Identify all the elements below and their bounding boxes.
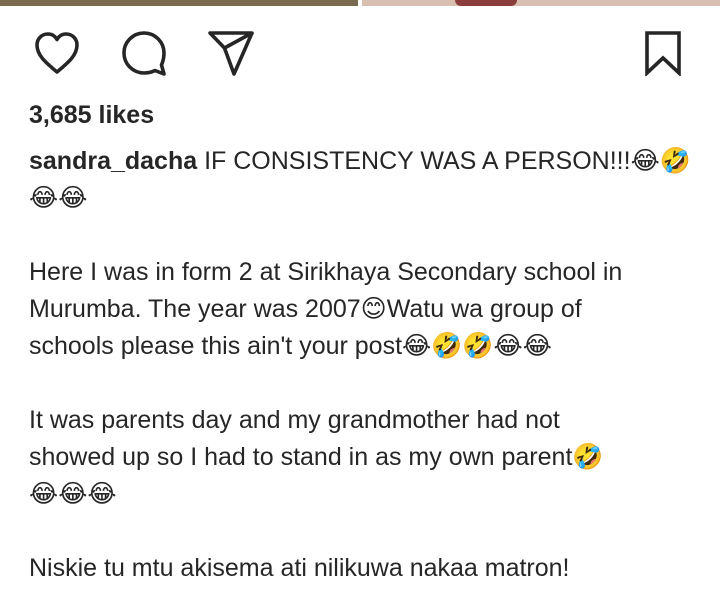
caption-line: Murumba. The year was 2007😊Watu wa group… [29, 295, 582, 323]
post-image-detail [455, 0, 517, 6]
post-image-left-edge [0, 0, 358, 6]
comment-bubble-icon [122, 31, 166, 76]
likes-count[interactable]: 3,685 likes [29, 101, 154, 130]
post-action-bar [0, 26, 720, 80]
caption-line: showed up so I had to stand in as my own… [29, 443, 604, 471]
save-button[interactable] [636, 26, 690, 80]
like-button[interactable] [30, 26, 84, 80]
paper-plane-icon [208, 31, 254, 76]
caption-line [29, 365, 705, 402]
caption-first-line: sandra_dacha IF CONSISTENCY WAS A PERSON… [29, 143, 705, 217]
caption-line: Niskie tu mtu akisema ati nilikuwa nakaa… [29, 554, 570, 582]
post-caption: sandra_dacha IF CONSISTENCY WAS A PERSON… [29, 143, 705, 587]
caption-line: schools please this ain't your post😂🤣🤣😂😂 [29, 332, 552, 360]
caption-line [29, 217, 705, 254]
heart-icon [35, 32, 79, 74]
share-button[interactable] [204, 26, 258, 80]
bookmark-icon [645, 31, 681, 76]
caption-line [29, 513, 705, 550]
caption-line: It was parents day and my grandmother ha… [29, 406, 560, 434]
comment-button[interactable] [117, 26, 171, 80]
post-image-bottom-edge [0, 0, 720, 6]
username-link[interactable]: sandra_dacha [29, 147, 197, 175]
caption-line: 😂😂😂 [29, 480, 117, 508]
caption-line: Here I was in form 2 at Sirikhaya Second… [29, 258, 623, 286]
post-image-right-edge [362, 0, 720, 6]
